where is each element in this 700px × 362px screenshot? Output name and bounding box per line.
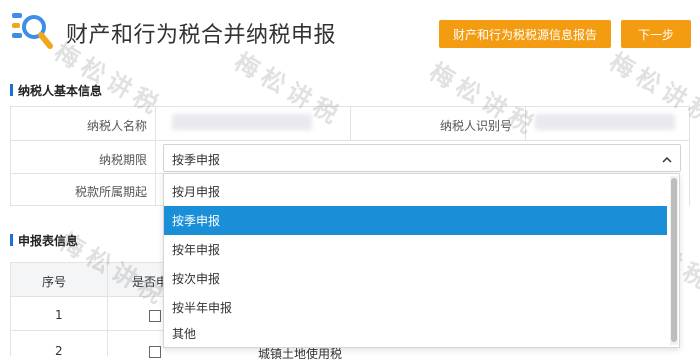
option-monthly[interactable]: 按月申报: [164, 177, 667, 206]
table-border: [10, 330, 165, 331]
row-checkbox[interactable]: [149, 310, 161, 322]
table-border: [155, 106, 156, 206]
tax-period-label: 纳税期限: [98, 153, 147, 167]
option-other[interactable]: 其他: [164, 322, 667, 344]
table-border: [10, 205, 170, 206]
tax-period-start-label: 税款所属期起: [74, 185, 147, 199]
section-marker: [10, 84, 13, 96]
option-per-time[interactable]: 按次申报: [164, 264, 667, 293]
column-header-no: 序号: [42, 275, 67, 289]
search-logo-icon: [10, 10, 56, 56]
table-border: [10, 140, 690, 141]
table-border: [10, 106, 11, 206]
taxpayer-name-value: [172, 114, 312, 130]
table-border: [10, 262, 11, 356]
row-number: 1: [55, 308, 63, 322]
option-yearly[interactable]: 按年申报: [164, 235, 667, 264]
taxpayer-id-value: [535, 114, 675, 130]
chevron-up-icon: [662, 150, 672, 169]
tax-source-report-button[interactable]: 财产和行为税税源信息报告: [439, 20, 611, 48]
row-checkbox[interactable]: [149, 346, 161, 358]
page-title: 财产和行为税合并纳税申报: [66, 23, 337, 48]
option-half-yearly[interactable]: 按半年申报: [164, 293, 667, 322]
section-marker: [10, 234, 13, 246]
tax-period-selected-value: 按季申报: [172, 153, 221, 167]
taxpayer-name-label: 纳税人名称: [86, 119, 147, 133]
table-border: [10, 173, 170, 174]
next-step-button[interactable]: 下一步: [621, 20, 691, 48]
tax-period-select[interactable]: 按季申报: [163, 144, 681, 172]
tax-period-dropdown: 按月申报 按季申报 按年申报 按次申报 按半年申报 其他: [163, 173, 680, 348]
option-quarterly[interactable]: 按季申报: [164, 206, 667, 235]
dropdown-scroll-thumb[interactable]: [671, 178, 677, 342]
table-border: [350, 106, 351, 140]
